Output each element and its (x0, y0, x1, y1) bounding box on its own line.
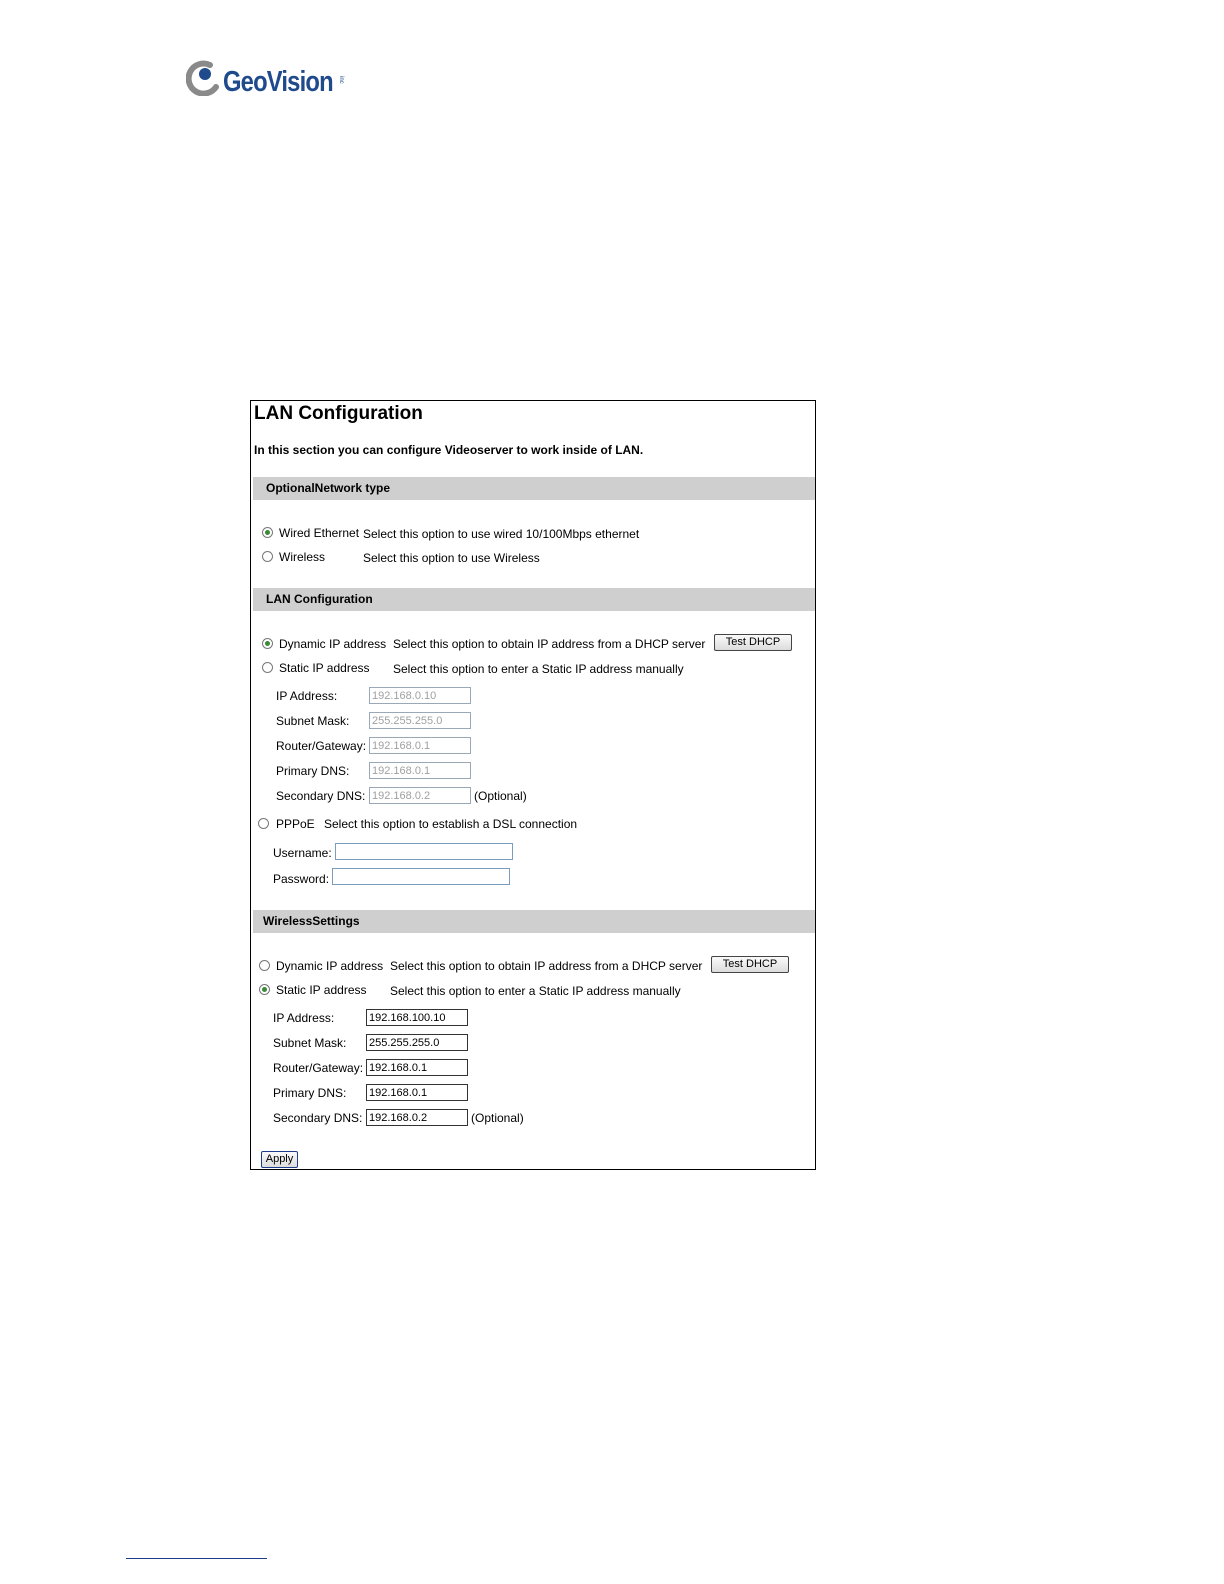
section-lan-configuration: LAN Configuration (253, 588, 815, 611)
wireless-dynamic-ip-label: Dynamic IP address (276, 959, 384, 973)
wired-ethernet-label: Wired Ethernet (279, 526, 360, 540)
section-network-type: OptionalNetwork type (253, 477, 815, 500)
lan-secondary-dns-input[interactable] (369, 787, 471, 804)
wireless-static-ip-label: Static IP address (276, 983, 367, 997)
lan-static-ip-radio[interactable] (262, 662, 273, 673)
geovision-logo: GeoVision inc (186, 60, 356, 100)
wireless-dynamic-ip-radio[interactable] (259, 960, 270, 971)
pppoe-radio[interactable] (258, 818, 269, 829)
wireless-gateway-label: Router/Gateway: (273, 1061, 364, 1075)
lan-gateway-label: Router/Gateway: (276, 739, 367, 753)
lan-subnet-mask-input[interactable] (369, 712, 471, 729)
wired-ethernet-radio[interactable] (262, 527, 273, 538)
lan-test-dhcp-button[interactable]: Test DHCP (714, 634, 792, 651)
wireless-static-ip-radio[interactable] (259, 984, 270, 995)
username-label: Username: (273, 846, 332, 860)
password-input[interactable] (332, 868, 510, 885)
wireless-ip-address-label: IP Address: (273, 1011, 335, 1025)
intro-text: In this section you can configure Videos… (254, 443, 644, 457)
footer-rule (126, 1558, 267, 1559)
wireless-subnet-mask-input[interactable] (366, 1034, 468, 1051)
section-wireless-settings: WirelessSettings (253, 910, 815, 933)
lan-static-ip-desc: Select this option to enter a Static IP … (393, 662, 684, 676)
lan-dynamic-ip-desc: Select this option to obtain IP address … (393, 637, 706, 651)
lan-configuration-panel: LAN Configuration In this section you ca… (250, 400, 816, 1170)
section-header: LAN Configuration (266, 592, 373, 606)
pppoe-label: PPPoE (276, 817, 315, 831)
wireless-optional-note: (Optional) (471, 1111, 524, 1125)
wireless-primary-dns-label: Primary DNS: (273, 1086, 347, 1100)
username-input[interactable] (335, 843, 513, 860)
logo-suffix: inc (338, 76, 344, 84)
pppoe-desc: Select this option to establish a DSL co… (324, 817, 578, 831)
lan-optional-note: (Optional) (474, 789, 527, 803)
lan-dynamic-ip-radio[interactable] (262, 638, 273, 649)
section-header: OptionalNetwork type (266, 481, 391, 495)
wireless-secondary-dns-input[interactable] (366, 1109, 468, 1126)
lan-subnet-mask-label: Subnet Mask: (276, 714, 350, 728)
wireless-desc: Select this option to use Wireless (363, 551, 540, 565)
apply-button[interactable]: Apply (261, 1151, 298, 1168)
geovision-logo-mark-icon (186, 60, 219, 96)
lan-dynamic-ip-label: Dynamic IP address (279, 637, 387, 651)
wireless-secondary-dns-label: Secondary DNS: (273, 1111, 363, 1125)
lan-static-ip-label: Static IP address (279, 661, 370, 675)
wireless-label: Wireless (279, 550, 326, 564)
wireless-primary-dns-input[interactable] (366, 1084, 468, 1101)
logo-text: GeoVision (223, 66, 334, 98)
wireless-gateway-input[interactable] (366, 1059, 468, 1076)
section-header: WirelessSettings (263, 914, 360, 928)
lan-primary-dns-label: Primary DNS: (276, 764, 350, 778)
page-title: LAN Configuration (254, 403, 423, 424)
wired-ethernet-desc: Select this option to use wired 10/100Mb… (363, 527, 640, 541)
wireless-static-ip-desc: Select this option to enter a Static IP … (390, 984, 681, 998)
lan-ip-address-label: IP Address: (276, 689, 338, 703)
wireless-ip-address-input[interactable] (366, 1009, 468, 1026)
wireless-radio[interactable] (262, 551, 273, 562)
wireless-test-dhcp-button[interactable]: Test DHCP (711, 956, 789, 973)
password-label: Password: (273, 872, 330, 886)
lan-gateway-input[interactable] (369, 737, 471, 754)
lan-secondary-dns-label: Secondary DNS: (276, 789, 366, 803)
wireless-dynamic-ip-desc: Select this option to obtain IP address … (390, 959, 703, 973)
lan-primary-dns-input[interactable] (369, 762, 471, 779)
wireless-subnet-mask-label: Subnet Mask: (273, 1036, 347, 1050)
lan-ip-address-input[interactable] (369, 687, 471, 704)
